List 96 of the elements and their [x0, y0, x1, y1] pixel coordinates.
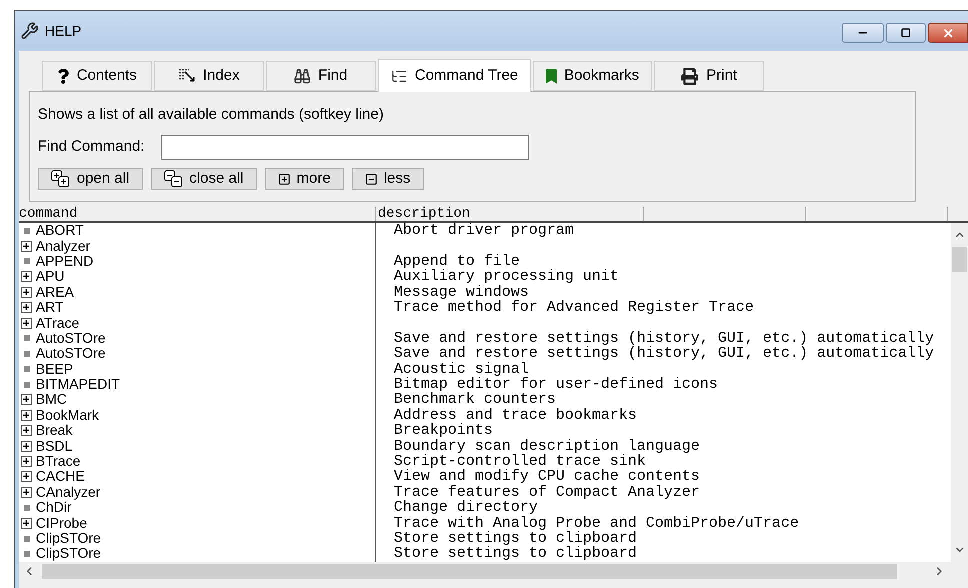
expand-icon[interactable]: [21, 302, 32, 314]
leaf-bullet-icon: [24, 258, 30, 264]
toolbar-button[interactable]: less: [352, 168, 424, 190]
command-name[interactable]: APPEND: [36, 254, 94, 269]
command-description: Acoustic signal: [393, 362, 530, 377]
find-command-label: Find Command:: [38, 137, 146, 158]
command-description: Save and restore settings (history, GUI, etc.) automatically: [393, 346, 934, 362]
bookmark-icon: [546, 68, 558, 84]
toolbar-button[interactable]: more: [264, 168, 344, 190]
description-text: Shows a list of all available commands (softkey line): [38, 106, 385, 124]
column-header[interactable]: description: [376, 207, 644, 221]
command-description: Breakpoints: [393, 423, 494, 438]
tab[interactable]: Command Tree: [378, 59, 532, 92]
command-name[interactable]: BEEP: [36, 362, 74, 377]
command-description: Append to file: [393, 254, 520, 269]
command-description: Trace features of Compact Analyzer: [393, 484, 700, 500]
command-description: Auxiliary processing unit: [393, 269, 620, 284]
column-header[interactable]: command: [19, 207, 376, 221]
command-description: Address and trace bookmarks: [393, 408, 638, 423]
command-description: Message windows: [393, 284, 530, 300]
expand-icon[interactable]: [21, 440, 32, 452]
command-description: Store settings to clipboard: [393, 546, 638, 562]
command-name[interactable]: AREA: [36, 284, 74, 300]
command-description: Trace with Analog Probe and CombiProbe/uTrace: [393, 516, 800, 531]
leaf-bullet-icon: [24, 550, 30, 557]
command-description: Change directory: [393, 500, 538, 516]
scrollbar-thumb[interactable]: [42, 564, 897, 578]
toolbar-button[interactable]: close all: [150, 168, 257, 190]
command-name[interactable]: BITMAPEDIT: [36, 377, 120, 392]
leaf-bullet-icon: [24, 350, 30, 357]
find-command-field[interactable]: [161, 135, 529, 160]
leaf-bullet-icon: [24, 366, 30, 372]
command-name[interactable]: Analyzer: [36, 238, 90, 254]
command-name[interactable]: AutoSTOre: [36, 330, 106, 346]
maximize-icon: [901, 28, 911, 38]
tab[interactable]: Print: [654, 61, 764, 91]
tab[interactable]: Contents: [42, 61, 152, 91]
expand-icon[interactable]: [21, 318, 32, 329]
command-name[interactable]: ClipSTOre: [36, 546, 102, 562]
command-name[interactable]: ATrace: [36, 316, 80, 331]
close-button[interactable]: [928, 23, 968, 43]
expand-icon[interactable]: [21, 240, 32, 252]
command-name[interactable]: BSDL: [36, 438, 73, 454]
command-name[interactable]: ChDir: [36, 500, 72, 516]
minus-icon: [364, 172, 378, 186]
index-icon: [178, 68, 196, 84]
tab[interactable]: Bookmarks: [533, 61, 652, 91]
toolbar-button[interactable]: open all: [38, 168, 143, 190]
scrollbar-thumb[interactable]: [952, 247, 967, 272]
command-description: Save and restore settings (history, GUI, etc.) automatically: [393, 330, 934, 346]
expand-icon[interactable]: [21, 456, 32, 468]
leaf-bullet-icon: [24, 536, 30, 542]
maximize-button[interactable]: [886, 23, 926, 43]
command-name[interactable]: ABORT: [36, 223, 84, 238]
expand-icon[interactable]: [21, 394, 32, 406]
command-name[interactable]: ART: [36, 300, 64, 316]
tab[interactable]: Index: [154, 61, 264, 91]
window-title: HELP: [45, 22, 82, 40]
leaf-bullet-icon: [24, 228, 30, 234]
command-description: Benchmark counters: [393, 392, 556, 408]
tab[interactable]: Find: [266, 61, 376, 91]
leaf-bullet-icon: [24, 382, 30, 388]
command-description: Boundary scan description language: [393, 438, 700, 454]
wrench-icon: [21, 22, 39, 40]
command-name[interactable]: BMC: [36, 392, 68, 408]
expand-icon[interactable]: [21, 486, 32, 498]
command-description: Bitmap editor for user-defined icons: [393, 377, 718, 392]
command-name[interactable]: AutoSTOre: [36, 346, 106, 362]
command-description: Store settings to clipboard: [393, 531, 638, 546]
command-name[interactable]: APU: [36, 269, 65, 284]
command-description: Script-controlled trace sink: [393, 454, 646, 470]
plus-icon: [278, 172, 291, 186]
expand-icon[interactable]: [21, 271, 32, 282]
binoculars-icon: [294, 68, 312, 84]
command-description: Abort driver program: [393, 223, 574, 238]
printer-icon: [681, 68, 700, 84]
collapse-all-icon: [164, 170, 184, 188]
command-name[interactable]: CACHE: [36, 469, 86, 484]
leaf-bullet-icon: [24, 335, 30, 342]
expand-icon[interactable]: [21, 410, 32, 421]
help-icon: [56, 68, 70, 84]
close-icon: [942, 26, 954, 40]
command-name[interactable]: BTrace: [36, 454, 81, 470]
command-description: View and modify CPU cache contents: [393, 469, 700, 484]
command-description: Trace method for Advanced Register Trace: [393, 300, 754, 316]
expand-icon[interactable]: [21, 286, 32, 298]
leaf-bullet-icon: [24, 504, 30, 511]
expand-all-icon: [51, 170, 71, 188]
expand-icon[interactable]: [21, 518, 32, 529]
command-name[interactable]: BookMark: [36, 408, 100, 423]
command-name[interactable]: CAnalyzer: [36, 484, 101, 500]
command-name[interactable]: Break: [36, 423, 73, 438]
command-name[interactable]: CIProbe: [36, 516, 88, 531]
expand-icon[interactable]: [21, 471, 32, 482]
command-name[interactable]: ClipSTOre: [36, 531, 102, 546]
expand-icon[interactable]: [21, 425, 32, 436]
